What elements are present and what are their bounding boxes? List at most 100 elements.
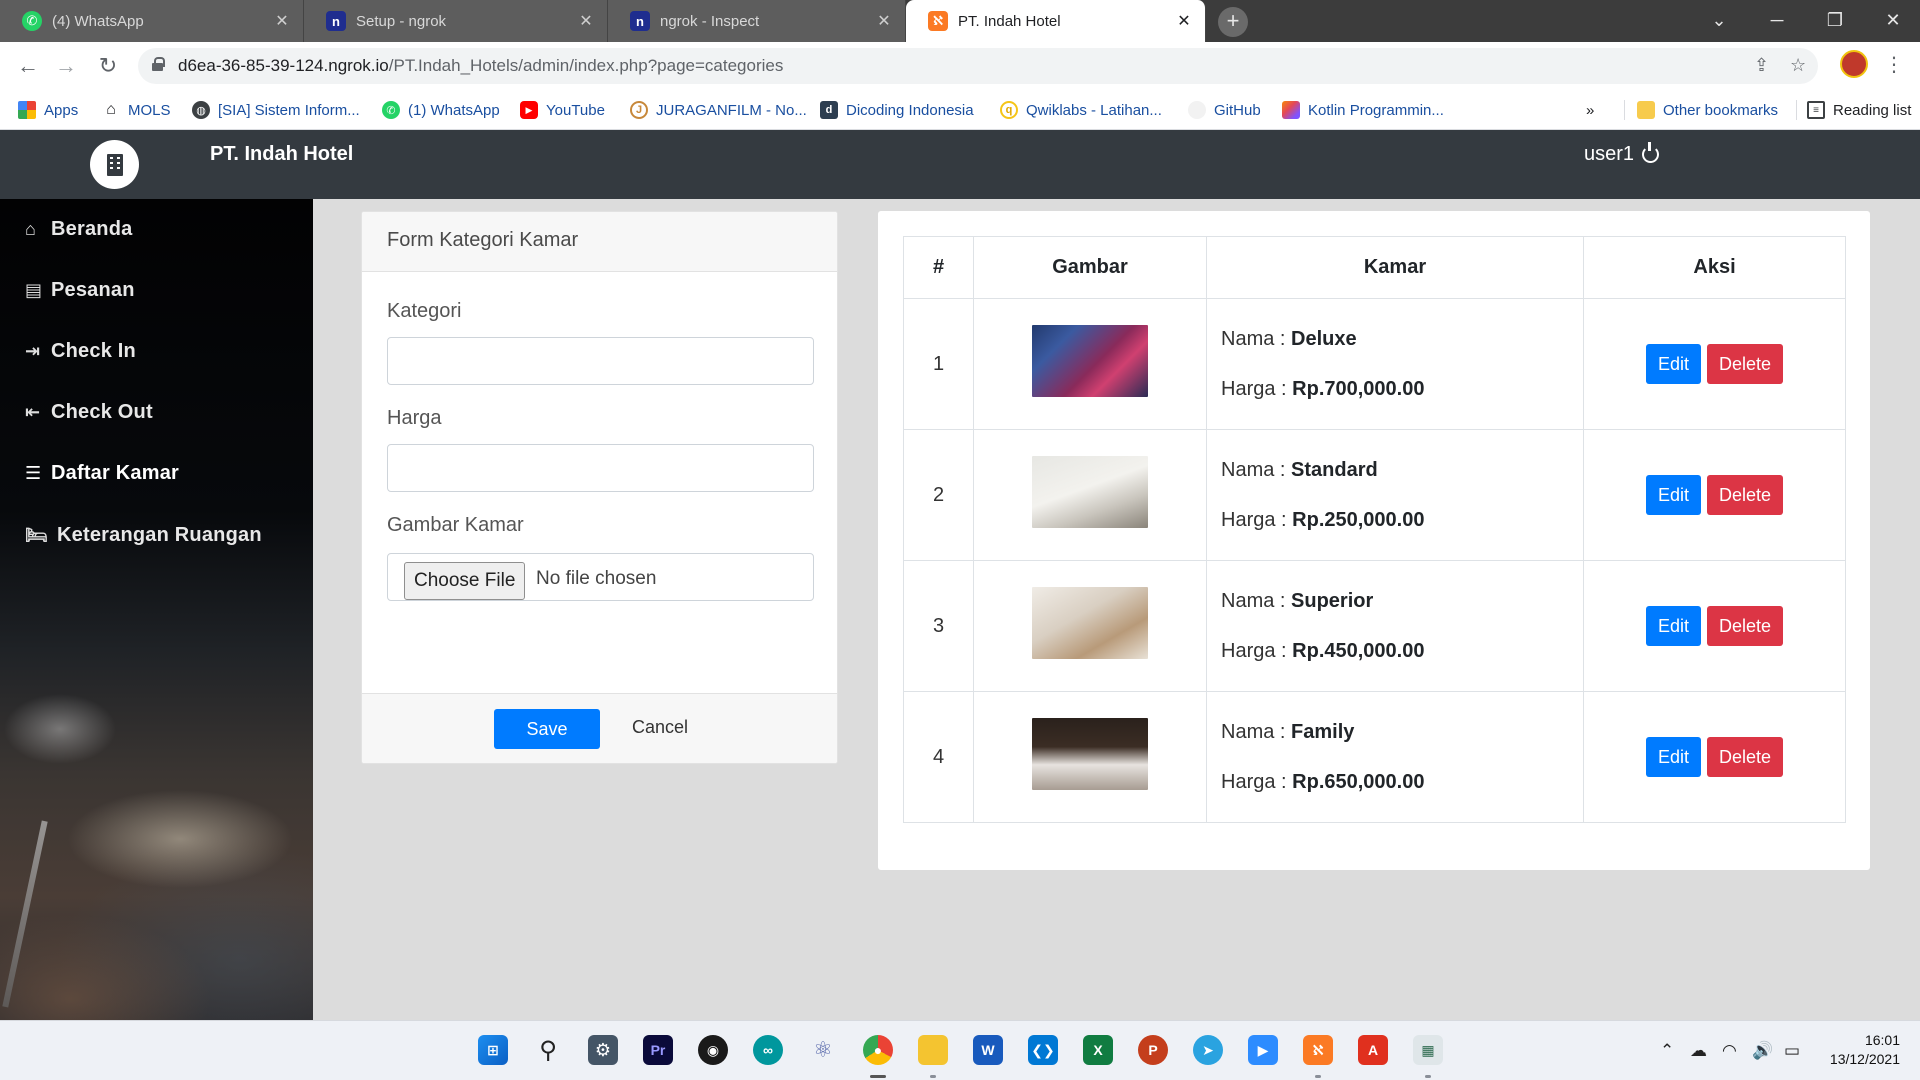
telegram-icon[interactable]: ➤ (1193, 1035, 1223, 1065)
room-price: Rp.250,000.00 (1292, 509, 1425, 531)
tab-setup-ngrok[interactable]: n Setup - ngrok ✕ (304, 0, 608, 42)
bookmark-apps[interactable]: Apps (18, 100, 78, 120)
home-icon: ⌂ (25, 218, 37, 239)
juraganfilm-icon: J (630, 101, 648, 119)
atom-icon[interactable]: ⚛ (808, 1035, 838, 1065)
bookmark-whatsapp[interactable]: ✆ (1) WhatsApp (382, 100, 500, 120)
reading-list[interactable]: ≡ Reading list (1796, 100, 1911, 120)
sidebar-item-label: Check Out (51, 400, 153, 423)
url-bar[interactable]: d6ea-36-85-39-124.ngrok.io/PT.Indah_Hote… (138, 48, 1818, 84)
settings-gear-icon[interactable]: ⚙ (588, 1035, 618, 1065)
url-text[interactable]: d6ea-36-85-39-124.ngrok.io/PT.Indah_Hote… (178, 56, 783, 76)
save-button[interactable]: Save (494, 709, 600, 749)
harga-input[interactable] (387, 444, 814, 492)
close-icon[interactable]: ✕ (873, 11, 895, 31)
sidebar-item-check-out[interactable]: ⇤ Check Out (25, 397, 153, 427)
bookmark-mols[interactable]: ⌂ MOLS (102, 100, 170, 120)
app-circle-icon[interactable]: ◉ (698, 1035, 728, 1065)
bookmarks-more-button[interactable]: » (1586, 100, 1594, 120)
bookmark-star-icon[interactable]: ☆ (1790, 55, 1806, 76)
delete-button[interactable]: Delete (1707, 475, 1784, 515)
url-path: /PT.Indah_Hotels/admin/index.php?page=ca… (388, 56, 784, 75)
bookmark-sia[interactable]: ◍ [SIA] Sistem Inform... (192, 100, 360, 120)
choose-file-button[interactable]: Choose File (404, 562, 526, 600)
delete-button[interactable]: Delete (1707, 344, 1784, 384)
kotlin-icon (1282, 101, 1300, 119)
battery-icon[interactable]: ▭ (1784, 1041, 1800, 1061)
sidebar-item-keterangan-ruangan[interactable]: 🛏 Keterangan Ruangan (25, 520, 262, 550)
zoom-icon[interactable]: ▶ (1248, 1035, 1278, 1065)
tab-pt-indah-hotel[interactable]: ℵ PT. Indah Hotel ✕ (906, 0, 1206, 42)
power-icon[interactable] (1642, 142, 1660, 163)
ngrok-icon: n (326, 11, 346, 31)
onedrive-cloud-icon[interactable]: ☁ (1690, 1041, 1707, 1061)
edit-button[interactable]: Edit (1645, 344, 1701, 384)
vscode-icon[interactable]: ❮❯ (1028, 1035, 1058, 1065)
tab-search-icon[interactable]: ⌄ (1690, 0, 1748, 40)
room-image-standard (1032, 456, 1148, 528)
edit-button[interactable]: Edit (1645, 606, 1701, 646)
edit-button[interactable]: Edit (1645, 737, 1701, 777)
new-tab-button[interactable]: + (1218, 7, 1248, 37)
table-row: 4 Nama : Family Harga : Rp.650,000.00 Ed… (903, 691, 1846, 823)
menu-dots-icon[interactable]: ⋮ (1884, 52, 1904, 77)
notepad-icon[interactable]: ▦ (1413, 1035, 1443, 1065)
close-icon[interactable]: ✕ (575, 11, 597, 31)
chrome-icon[interactable]: ● (863, 1035, 893, 1065)
reload-icon[interactable]: ↻ (94, 52, 122, 80)
volume-icon[interactable]: 🔊 (1752, 1041, 1773, 1061)
search-icon[interactable]: ⚲ (533, 1035, 563, 1065)
back-icon[interactable]: ← (14, 52, 42, 80)
bookmark-youtube[interactable]: ▶ YouTube (520, 100, 605, 120)
arduino-icon[interactable]: ∞ (753, 1035, 783, 1065)
list-icon: ☰ (25, 462, 42, 483)
close-icon[interactable]: ✕ (271, 11, 293, 31)
word-icon[interactable]: W (973, 1035, 1003, 1065)
sidebar-item-beranda[interactable]: ⌂ Beranda (25, 214, 132, 244)
pdf-reader-icon[interactable]: A (1358, 1035, 1388, 1065)
xampp-icon[interactable]: ℵ (1303, 1035, 1333, 1065)
wifi-icon[interactable]: ◠ (1722, 1041, 1737, 1061)
window-close-icon[interactable]: ✕ (1864, 0, 1920, 40)
bookmark-juraganfilm[interactable]: J JURAGANFILM - No... (630, 100, 807, 120)
close-icon[interactable]: ✕ (1173, 11, 1195, 31)
room-name-line: Nama : Deluxe (1221, 314, 1583, 364)
brand-name[interactable]: PT. Indah Hotel (210, 143, 353, 166)
bookmark-github[interactable]: GitHub (1188, 100, 1261, 120)
qwiklabs-icon: q (1000, 101, 1018, 119)
sidebar-item-pesanan[interactable]: ▤ Pesanan (25, 275, 135, 305)
room-image-superior (1032, 587, 1148, 659)
file-explorer-icon[interactable] (918, 1035, 948, 1065)
file-input[interactable]: Choose File No file chosen (387, 553, 814, 601)
premiere-pro-icon[interactable]: Pr (643, 1035, 673, 1065)
windows-start-icon[interactable]: ⊞ (478, 1035, 508, 1065)
sidebar-item-check-in[interactable]: ⇥ Check In (25, 336, 136, 366)
sidebar-item-daftar-kamar[interactable]: ☰ Daftar Kamar (25, 458, 179, 488)
restore-icon[interactable]: ❐ (1806, 0, 1864, 40)
delete-button[interactable]: Delete (1707, 737, 1784, 777)
bed-icon: 🛏 (25, 524, 49, 545)
bookmark-label: Apps (44, 101, 79, 119)
avatar[interactable] (1840, 50, 1868, 78)
bookmark-kotlin[interactable]: Kotlin Programmin... (1282, 100, 1444, 120)
other-bookmarks[interactable]: Other bookmarks (1624, 100, 1778, 120)
share-icon[interactable]: ⇪ (1754, 55, 1769, 76)
minimize-icon[interactable]: ─ (1748, 0, 1806, 40)
lock-icon[interactable] (152, 57, 165, 71)
excel-icon[interactable]: X (1083, 1035, 1113, 1065)
powerpoint-icon[interactable]: P (1138, 1035, 1168, 1065)
user-menu[interactable]: user1 (1584, 142, 1660, 166)
sidebar: ⌂ Beranda ▤ Pesanan ⇥ Check In ⇤ Check O… (0, 199, 313, 1020)
chevron-up-icon[interactable]: ⌃ (1660, 1041, 1674, 1061)
system-clock[interactable]: 16:01 13/12/2021 (1820, 1031, 1900, 1069)
delete-button[interactable]: Delete (1707, 606, 1784, 646)
bookmark-qwiklabs[interactable]: q Qwiklabs - Latihan... (1000, 100, 1162, 120)
cancel-button[interactable]: Cancel (632, 717, 688, 738)
kategori-input[interactable] (387, 337, 814, 385)
hotel-logo[interactable] (90, 140, 139, 189)
tab-ngrok-inspect[interactable]: n ngrok - Inspect ✕ (608, 0, 906, 42)
edit-button[interactable]: Edit (1645, 475, 1701, 515)
tab-whatsapp[interactable]: ✆ (4) WhatsApp ✕ (0, 0, 304, 42)
bookmark-dicoding[interactable]: d Dicoding Indonesia (820, 100, 974, 120)
forward-icon[interactable]: → (52, 52, 80, 80)
